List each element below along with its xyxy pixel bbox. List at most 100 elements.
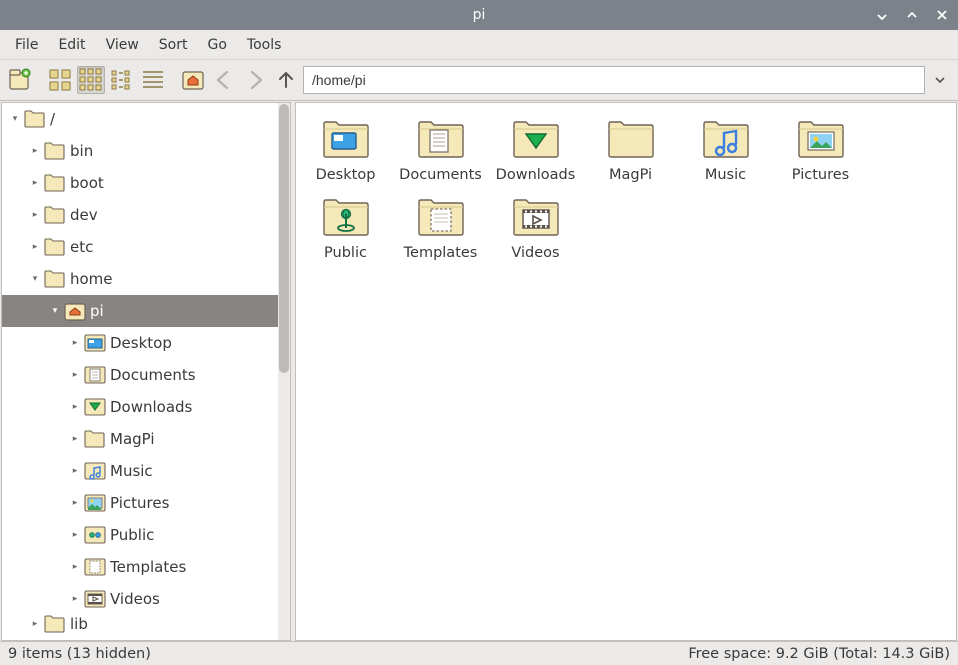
tree-item-public[interactable]: ▸Public — [2, 519, 290, 551]
tree-item-label: Music — [110, 462, 153, 480]
folder-item-label: Desktop — [316, 167, 376, 183]
expander-closed-icon[interactable]: ▸ — [28, 178, 42, 188]
tree-item-label: Downloads — [110, 398, 192, 416]
folder-item-pictures[interactable]: Pictures — [777, 113, 864, 187]
folder-item-downloads[interactable]: Downloads — [492, 113, 579, 187]
forward-button[interactable] — [241, 66, 269, 94]
tree-item-dev[interactable]: ▸ dev — [2, 199, 290, 231]
home-button[interactable] — [179, 66, 207, 94]
folder-item-videos[interactable]: Videos — [492, 191, 579, 265]
downloads-icon — [510, 117, 562, 161]
tree-item-label: pi — [90, 302, 104, 320]
view-list-button[interactable] — [108, 66, 136, 94]
tree-item-etc[interactable]: ▸ etc — [2, 231, 290, 263]
back-button[interactable] — [210, 66, 238, 94]
folder-item-documents[interactable]: Documents — [397, 113, 484, 187]
folder-icon — [44, 140, 66, 162]
menu-sort[interactable]: Sort — [150, 33, 197, 57]
expander-closed-icon[interactable]: ▸ — [68, 498, 82, 508]
menu-tools[interactable]: Tools — [238, 33, 291, 57]
tree-item-music[interactable]: ▸ Music — [2, 455, 290, 487]
pictures-icon — [84, 492, 106, 514]
folder-icon — [24, 108, 46, 130]
public-icon — [320, 195, 372, 239]
expander-open-icon[interactable]: ▾ — [48, 306, 62, 316]
tree-item-label: Pictures — [110, 494, 169, 512]
menu-edit[interactable]: Edit — [49, 33, 94, 57]
tree-item-downloads[interactable]: ▸ Downloads — [2, 391, 290, 423]
tree-item-boot[interactable]: ▸boot — [2, 167, 290, 199]
folder-item-music[interactable]: Music — [682, 113, 769, 187]
titlebar: pi — [0, 0, 958, 30]
folder-item-public[interactable]: Public — [302, 191, 389, 265]
expander-closed-icon[interactable]: ▸ — [68, 562, 82, 572]
tree-item-label: etc — [70, 238, 93, 256]
tree-item-desktop[interactable]: ▸ Desktop — [2, 327, 290, 359]
minimize-button[interactable] — [874, 7, 890, 23]
folder-icon — [44, 204, 66, 226]
folder-icon — [44, 615, 66, 633]
expander-open-icon[interactable]: ▾ — [8, 114, 22, 124]
expander-closed-icon[interactable]: ▸ — [68, 370, 82, 380]
music-icon — [700, 117, 752, 161]
folder-item-label: Videos — [511, 245, 559, 261]
folder-item-desktop[interactable]: Desktop — [302, 113, 389, 187]
menu-view[interactable]: View — [97, 33, 148, 57]
expander-closed-icon[interactable]: ▸ — [28, 146, 42, 156]
folder-item-magpi[interactable]: MagPi — [587, 113, 674, 187]
window-title: pi — [473, 7, 486, 23]
view-small-icons-button[interactable] — [77, 66, 105, 94]
tree-item-root[interactable]: ▾/ — [2, 103, 290, 135]
view-large-icons-button[interactable] — [46, 66, 74, 94]
folder-icon — [44, 268, 66, 290]
folder-item-label: Templates — [404, 245, 478, 261]
videos-icon — [510, 195, 562, 239]
maximize-button[interactable] — [904, 7, 920, 23]
expander-open-icon[interactable]: ▾ — [28, 274, 42, 284]
tree-item-magpi[interactable]: ▸MagPi — [2, 423, 290, 455]
expander-closed-icon[interactable]: ▸ — [68, 594, 82, 604]
tree-item-label: Templates — [110, 558, 186, 576]
tree-item-label: Desktop — [110, 334, 172, 352]
desktop-icon — [84, 332, 106, 354]
expander-closed-icon[interactable]: ▸ — [68, 530, 82, 540]
folder-icon — [44, 236, 66, 258]
tree-item-label: dev — [70, 206, 98, 224]
expander-closed-icon[interactable]: ▸ — [68, 466, 82, 476]
view-detail-button[interactable] — [139, 66, 167, 94]
tree-item-pi[interactable]: ▾ pi — [2, 295, 290, 327]
tree-item-videos[interactable]: ▸Videos — [2, 583, 290, 615]
new-tab-button[interactable] — [6, 66, 34, 94]
tree-item-templates[interactable]: ▸ Templates — [2, 551, 290, 583]
expander-closed-icon[interactable]: ▸ — [68, 434, 82, 444]
folder-item-label: Documents — [399, 167, 482, 183]
status-right: Free space: 9.2 GiB (Total: 14.3 GiB) — [688, 646, 950, 662]
close-button[interactable] — [934, 7, 950, 23]
menu-file[interactable]: File — [6, 33, 47, 57]
tree-item-lib[interactable]: ▸lib — [2, 615, 290, 633]
tree-item-bin[interactable]: ▸bin — [2, 135, 290, 167]
expander-closed-icon[interactable]: ▸ — [68, 402, 82, 412]
folder-item-label: MagPi — [609, 167, 652, 183]
expander-closed-icon[interactable]: ▸ — [28, 619, 42, 629]
tree-item-home[interactable]: ▾ home — [2, 263, 290, 295]
content-pane[interactable]: Desktop Documents Downloads MagPi MusicPictu… — [295, 102, 957, 641]
path-input[interactable] — [303, 66, 925, 94]
tree-item-pictures[interactable]: ▸ Pictures — [2, 487, 290, 519]
documents-icon — [415, 117, 467, 161]
tree-scrollbar-thumb[interactable] — [279, 104, 289, 373]
desktop-icon — [320, 117, 372, 161]
toolbar — [0, 60, 958, 101]
expander-closed-icon[interactable]: ▸ — [68, 338, 82, 348]
tree-pane: ▾/▸bin▸boot▸dev▸etc▾home▾pi▸Desktop▸Docu… — [1, 102, 291, 641]
up-button[interactable] — [272, 66, 300, 94]
tree-item-documents[interactable]: ▸Documents — [2, 359, 290, 391]
tree-scrollbar[interactable] — [278, 103, 290, 640]
folder-item-templates[interactable]: Templates — [397, 191, 484, 265]
expander-closed-icon[interactable]: ▸ — [28, 210, 42, 220]
templates-icon — [415, 195, 467, 239]
menu-go[interactable]: Go — [199, 33, 236, 57]
tree-item-label: home — [70, 270, 113, 288]
path-dropdown-button[interactable] — [928, 66, 952, 94]
expander-closed-icon[interactable]: ▸ — [28, 242, 42, 252]
